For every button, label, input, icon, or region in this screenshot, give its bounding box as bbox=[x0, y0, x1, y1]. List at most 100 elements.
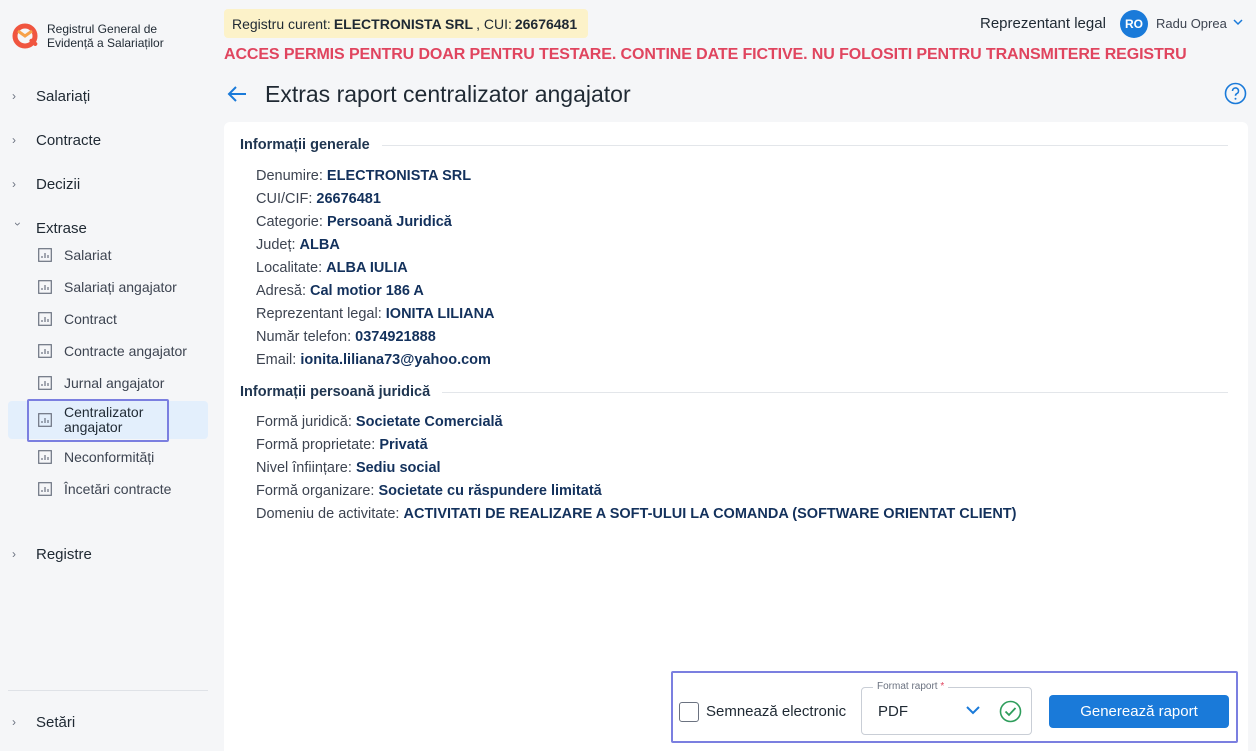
sidebar-group-salariati[interactable]: › Salariați bbox=[0, 81, 224, 111]
section-divider bbox=[434, 392, 1228, 393]
info-row: CUI/CIF: 26676481 bbox=[256, 191, 381, 207]
chevron-right-icon: › bbox=[12, 715, 16, 729]
registry-company: ELECTRONISTA SRL bbox=[333, 15, 474, 32]
info-row: Formă juridică: Societate Comercială bbox=[256, 414, 503, 430]
app-logo[interactable]: Registrul General de Evidență a Salariaț… bbox=[12, 22, 197, 50]
sidebar-group-registre[interactable]: › Registre bbox=[0, 539, 224, 569]
info-label: Categorie: bbox=[256, 214, 323, 230]
sidebar-item-jurnal-angajator[interactable]: Jurnal angajator bbox=[8, 369, 208, 397]
section-title-general: Informații generale bbox=[240, 137, 382, 153]
app-logo-icon bbox=[12, 23, 38, 49]
info-label: Județ: bbox=[256, 237, 296, 253]
info-value: ELECTRONISTA SRL bbox=[326, 168, 472, 184]
sidebar-group-label: Contracte bbox=[36, 131, 102, 149]
sidebar-group-extrase[interactable]: › Extrase bbox=[0, 213, 224, 243]
section-divider bbox=[364, 145, 1228, 146]
info-value: IONITA LILIANA bbox=[385, 306, 495, 322]
info-value: Societate cu răspundere limitată bbox=[378, 483, 602, 499]
help-icon[interactable] bbox=[1224, 82, 1247, 105]
info-value: Privată bbox=[379, 437, 428, 453]
registry-prefix: Registru curent: bbox=[232, 15, 331, 32]
info-label: Formă juridică: bbox=[256, 414, 352, 430]
info-label: Email: bbox=[256, 352, 297, 368]
registry-cui: 26676481 bbox=[514, 15, 578, 32]
report-chart-icon bbox=[38, 450, 52, 464]
info-label: Localitate: bbox=[256, 260, 323, 276]
sidebar-item-label: Contract bbox=[64, 311, 117, 327]
info-row: Reprezentant legal: IONITA LILIANA bbox=[256, 306, 495, 322]
info-label: Nivel înființare: bbox=[256, 460, 352, 476]
sidebar-group-label: Setări bbox=[36, 713, 76, 731]
info-row: Categorie: Persoană Juridică bbox=[256, 214, 452, 230]
chevron-down-icon[interactable] bbox=[965, 703, 981, 717]
sidebar-group-decizii[interactable]: › Decizii bbox=[0, 169, 224, 199]
current-registry-badge: Registru curent: ELECTRONISTA SRL , CUI:… bbox=[224, 9, 589, 38]
info-value: ionita.liliana73@yahoo.com bbox=[300, 352, 491, 368]
report-chart-icon bbox=[38, 344, 52, 358]
sidebar-group-setari[interactable]: › Setări bbox=[0, 707, 224, 737]
back-arrow-icon[interactable] bbox=[226, 84, 248, 104]
chevron-right-icon: › bbox=[12, 133, 16, 147]
info-value: Societate Comercială bbox=[355, 414, 503, 430]
sidebar-item-neconformitati[interactable]: Neconformități bbox=[8, 443, 208, 471]
page-title: Extras raport centralizator angajator bbox=[265, 81, 631, 107]
chevron-right-icon: › bbox=[12, 89, 16, 103]
info-value: Sediu social bbox=[355, 460, 441, 476]
sign-electronic-label[interactable]: Semnează electronic bbox=[706, 703, 846, 720]
report-chart-icon bbox=[38, 413, 52, 427]
info-label: Reprezentant legal: bbox=[256, 306, 382, 322]
app-logo-text: Registrul General de Evidență a Salariaț… bbox=[47, 22, 164, 50]
sidebar-group-contracte[interactable]: › Contracte bbox=[0, 125, 224, 155]
sidebar-item-label: Salariați angajator bbox=[64, 279, 177, 295]
report-chart-icon bbox=[38, 248, 52, 262]
report-chart-icon bbox=[38, 312, 52, 326]
sidebar-item-label: Salariat bbox=[64, 247, 112, 263]
sidebar-group-label: Decizii bbox=[36, 175, 81, 193]
user-avatar[interactable]: RO bbox=[1120, 10, 1148, 38]
info-row: Denumire: ELECTRONISTA SRL bbox=[256, 168, 471, 184]
sidebar-item-label: Contracte angajator bbox=[64, 343, 187, 359]
info-row: Formă proprietate: Privată bbox=[256, 437, 428, 453]
sidebar-item-salariat[interactable]: Salariat bbox=[8, 241, 208, 269]
info-label: Adresă: bbox=[256, 283, 306, 299]
sidebar-item-salariati-angajator[interactable]: Salariați angajator bbox=[8, 273, 208, 301]
info-row: Email: ionita.liliana73@yahoo.com bbox=[256, 352, 491, 368]
required-mark: * bbox=[940, 681, 945, 692]
info-value: 0374921888 bbox=[355, 329, 436, 345]
sidebar-item-centralizator-angajator[interactable]: Centralizator angajator bbox=[8, 401, 208, 439]
info-value: ACTIVITATI DE REALIZARE A SOFT-ULUI LA C… bbox=[403, 506, 1017, 522]
info-row: Domeniu de activitate: ACTIVITATI DE REA… bbox=[256, 506, 1016, 522]
sidebar-item-contract[interactable]: Contract bbox=[8, 305, 208, 333]
user-role: Reprezentant legal bbox=[980, 15, 1106, 32]
sidebar-item-label: Neconformități bbox=[64, 449, 155, 465]
chevron-down-icon[interactable] bbox=[1232, 16, 1244, 28]
chevron-right-icon: › bbox=[12, 547, 16, 561]
generate-report-button[interactable]: Generează raport bbox=[1049, 695, 1229, 728]
info-row: Județ: ALBA bbox=[256, 237, 340, 253]
info-label: Denumire: bbox=[256, 168, 323, 184]
sidebar-item-label: Centralizator angajator bbox=[64, 404, 144, 435]
info-row: Număr telefon: 0374921888 bbox=[256, 329, 436, 345]
info-row: Formă organizare: Societate cu răspunder… bbox=[256, 483, 602, 499]
info-value: Persoană Juridică bbox=[326, 214, 452, 230]
info-value: Cal motior 186 A bbox=[310, 283, 424, 299]
sidebar-item-incetari-contracte[interactable]: Încetări contracte bbox=[8, 475, 208, 503]
user-menu-name[interactable]: Radu Oprea bbox=[1156, 16, 1227, 31]
info-label: Număr telefon: bbox=[256, 329, 352, 345]
report-format-label: Format raport bbox=[877, 681, 938, 692]
info-row: Adresă: Cal motior 186 A bbox=[256, 283, 424, 299]
check-circle-icon bbox=[999, 700, 1022, 723]
report-format-legend: Format raport * bbox=[873, 681, 949, 692]
sidebar-item-label: Încetări contracte bbox=[64, 481, 172, 497]
sidebar-item-contracte-angajator[interactable]: Contracte angajator bbox=[8, 337, 208, 365]
report-chart-icon bbox=[38, 376, 52, 390]
info-row: Nivel înființare: Sediu social bbox=[256, 460, 441, 476]
report-chart-icon bbox=[38, 280, 52, 294]
info-value: ALBA IULIA bbox=[326, 260, 408, 276]
registry-cui-label: , CUI: bbox=[476, 15, 512, 32]
sidebar: Registrul General de Evidență a Salariaț… bbox=[0, 0, 224, 751]
info-label: Domeniu de activitate: bbox=[256, 506, 400, 522]
report-chart-icon bbox=[38, 482, 52, 496]
sidebar-group-label: Salariați bbox=[36, 87, 91, 105]
sign-electronic-checkbox[interactable] bbox=[679, 702, 699, 722]
